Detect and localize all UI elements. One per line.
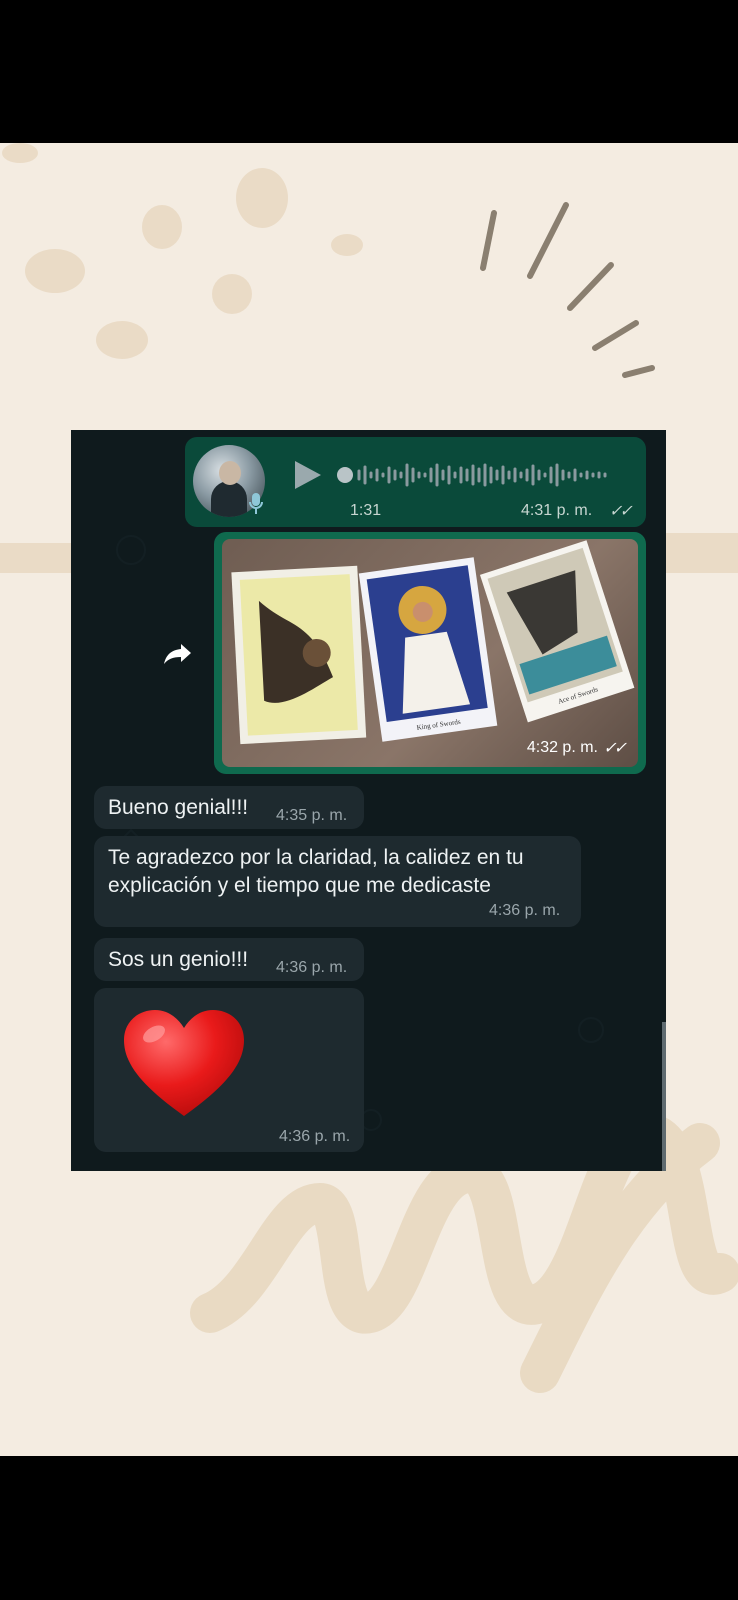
image-message-bubble[interactable]: King of Swords Ace of Swords 4:32 p. m. …: [214, 532, 646, 774]
top-letterbox: [0, 0, 738, 143]
message-time: 4:36 p. m.: [279, 1128, 351, 1145]
incoming-message[interactable]: Te agradezco por la claridad, la calidez…: [94, 836, 581, 927]
message-text-line2: explicación y el tiempo que me dedicaste: [108, 874, 491, 897]
incoming-emoji-message[interactable]: 4:36 p. m.: [94, 988, 364, 1152]
incoming-message[interactable]: Bueno genial!!! 4:35 p. m.: [94, 786, 364, 829]
double-check-icon: ✓✓: [603, 740, 627, 757]
voice-time: 4:31 p. m.: [521, 502, 593, 519]
waveform[interactable]: [335, 459, 620, 491]
incoming-message[interactable]: Sos un genio!!! 4:36 p. m.: [94, 938, 364, 981]
chat-screenshot: 1:31 4:31 p. m. ✓✓ King of Swords Ace of…: [71, 430, 666, 1171]
voice-duration: 1:31: [350, 502, 382, 519]
message-text: Sos un genio!!!: [108, 948, 249, 971]
message-text-line1: Te agradezco por la claridad, la calidez…: [108, 846, 524, 869]
message-time: 4:35 p. m.: [276, 807, 348, 824]
play-icon[interactable]: [293, 459, 323, 496]
message-time: 4:36 p. m.: [489, 902, 561, 919]
message-time: 4:36 p. m.: [276, 959, 348, 976]
heart-emoji: [122, 1008, 246, 1126]
scrollbar[interactable]: [662, 1022, 666, 1171]
microphone-icon: [249, 493, 263, 514]
double-check-icon: ✓✓: [609, 503, 633, 520]
story-canvas: 1:31 4:31 p. m. ✓✓ King of Swords Ace of…: [0, 143, 738, 1456]
voice-message-bubble[interactable]: 1:31 4:31 p. m. ✓✓: [185, 437, 646, 527]
bottom-letterbox: [0, 1456, 738, 1600]
forward-arrow-icon[interactable]: [163, 642, 193, 671]
image-time: 4:32 p. m.: [526, 739, 598, 756]
message-text: Bueno genial!!!: [108, 796, 249, 819]
tarot-photo[interactable]: King of Swords Ace of Swords 4:32 p. m. …: [222, 539, 638, 767]
